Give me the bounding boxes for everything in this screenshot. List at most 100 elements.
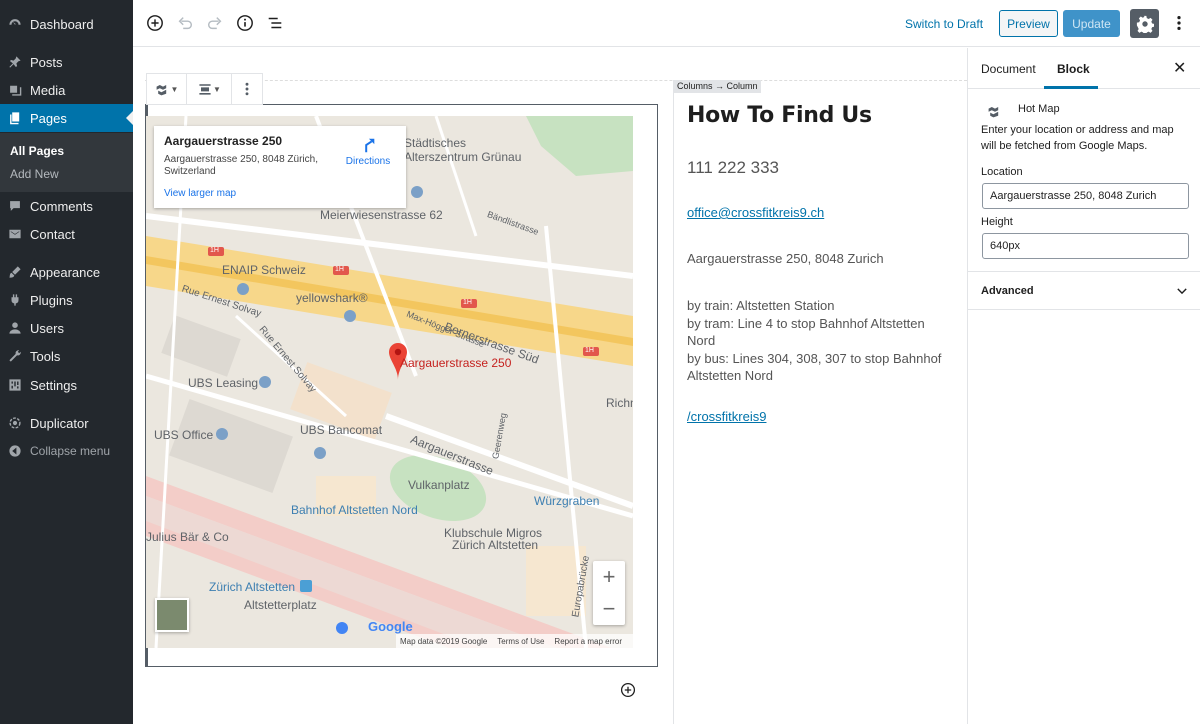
map-pin-label: Aargauerstrasse 250: [400, 356, 512, 370]
menu-label: Users: [30, 320, 64, 336]
mail-icon: [8, 227, 22, 241]
editor-canvas: ▼ ▼ Städtisches Alterszentrum Grünau Mei…: [133, 48, 967, 724]
block-toolbar: ▼ ▼: [146, 73, 263, 105]
menu-item-users[interactable]: Users: [0, 314, 133, 342]
google-logo: Google: [368, 619, 413, 634]
map-label: Vulkanplatz: [408, 478, 470, 492]
location-input[interactable]: [982, 183, 1189, 209]
map-info-card: Aargauerstrasse 250 Aargauerstrasse 250,…: [154, 126, 406, 208]
view-larger-map-link[interactable]: View larger map: [164, 188, 236, 199]
menu-label: Media: [30, 82, 66, 98]
brush-icon: [8, 265, 22, 279]
editor-header-toolbar: Switch to Draft Preview Update: [133, 0, 1200, 47]
close-icon[interactable]: ✕: [1173, 58, 1186, 78]
menu-item-tools[interactable]: Tools: [0, 342, 133, 370]
social-link[interactable]: /crossfitkreis9: [687, 409, 766, 424]
menu-label: Settings: [30, 377, 77, 393]
map-icon: [987, 103, 1003, 122]
map-label: Julius Bär & Co: [146, 530, 229, 544]
comment-icon: [8, 199, 22, 213]
submenu-add-new[interactable]: Add New: [10, 167, 59, 181]
block-navigation-icon[interactable]: [265, 13, 285, 33]
map-label: Meierwiesenstrasse 62: [320, 208, 443, 222]
align-center-icon: [199, 84, 211, 95]
google-map[interactable]: Städtisches Alterszentrum Grünau Meierwi…: [146, 116, 633, 648]
menu-item-duplicator[interactable]: Duplicator: [0, 409, 133, 437]
menu-item-dashboard[interactable]: Dashboard: [0, 10, 133, 38]
preview-button[interactable]: Preview: [999, 10, 1058, 37]
submenu-all-pages[interactable]: All Pages: [10, 144, 64, 158]
highway-shield-label: 1H: [585, 347, 594, 354]
menu-item-pages[interactable]: Pages: [0, 104, 133, 132]
pin-icon: [8, 55, 22, 69]
menu-item-comments[interactable]: Comments: [0, 192, 133, 220]
menu-label: Dashboard: [30, 16, 94, 32]
update-button[interactable]: Update: [1063, 10, 1120, 37]
block-more-options-button[interactable]: [232, 74, 262, 104]
column-block[interactable]: Columns → Column How To Find Us 111 222 …: [673, 80, 967, 724]
menu-item-plugins[interactable]: Plugins: [0, 286, 133, 314]
menu-item-posts[interactable]: Posts: [0, 48, 133, 76]
menu-label: Appearance: [30, 264, 101, 280]
terms-of-use-link[interactable]: Terms of Use: [497, 637, 544, 646]
zoom-in-button[interactable]: +: [593, 561, 625, 593]
email-link[interactable]: office@crossfitkreis9.ch: [687, 205, 824, 220]
settings-toggle-button[interactable]: [1130, 9, 1159, 38]
chevron-down-icon: ▼: [213, 84, 221, 94]
transport-line: by train: Altstetten Station: [687, 298, 835, 313]
report-map-error-link[interactable]: Report a map error: [554, 637, 622, 646]
satellite-toggle-button[interactable]: [155, 598, 189, 632]
more-menu-button[interactable]: [1169, 13, 1189, 33]
directions-button[interactable]: Directions: [340, 136, 396, 167]
inline-add-block-button[interactable]: [620, 682, 636, 698]
menu-item-contact[interactable]: Contact: [0, 220, 133, 248]
map-zoom-control: + −: [593, 561, 625, 625]
map-attribution-bar: Map data ©2019 Google Terms of Use Repor…: [396, 634, 633, 648]
plug-icon: [8, 293, 22, 307]
directions-icon: [365, 138, 375, 153]
map-icon: [156, 85, 166, 96]
vertical-ellipsis-icon: [245, 82, 249, 96]
chevron-down-icon: [1175, 284, 1189, 301]
collapse-arrow-icon: [8, 444, 22, 458]
add-block-icon[interactable]: [145, 13, 165, 33]
tab-block[interactable]: Block: [1057, 62, 1090, 76]
menu-label: Contact: [30, 226, 75, 242]
collapse-menu-button[interactable]: Collapse menu: [0, 437, 133, 465]
phone-number[interactable]: 111 222 333: [687, 158, 779, 178]
block-switcher-button[interactable]: ▼: [147, 74, 187, 104]
sidebar-tabs: Document Block ✕: [968, 48, 1200, 89]
block-breadcrumb[interactable]: Columns → Column: [674, 80, 761, 93]
map-label: Bahnhof Altstetten Nord: [291, 503, 418, 517]
info-icon[interactable]: [235, 13, 255, 33]
highway-shield-label: 1H: [335, 266, 344, 273]
map-label: yellowshark®: [296, 291, 368, 305]
advanced-panel-toggle[interactable]: Advanced: [968, 272, 1200, 310]
transport-info[interactable]: by train: Altstetten Station by tram: Li…: [687, 297, 947, 385]
collapse-label: Collapse menu: [30, 444, 111, 458]
height-input[interactable]: [982, 233, 1189, 259]
zoom-out-button[interactable]: −: [593, 593, 625, 625]
undo-icon[interactable]: [175, 13, 195, 33]
pages-icon: [8, 111, 22, 125]
menu-label: Plugins: [30, 292, 73, 308]
map-label: Zürich Altstetten: [452, 538, 539, 552]
tab-document[interactable]: Document: [981, 62, 1036, 76]
map-label: Zürich Altstetten: [209, 580, 296, 594]
duplicator-icon: [8, 416, 22, 430]
address-text[interactable]: Aargauerstrasse 250, 8048 Zurich: [687, 251, 884, 266]
menu-item-media[interactable]: Media: [0, 76, 133, 104]
column-heading[interactable]: How To Find Us: [687, 103, 872, 128]
alignment-button[interactable]: ▼: [187, 74, 232, 104]
sliders-icon: [8, 378, 22, 392]
map-label: ENAIP Schweiz: [222, 263, 306, 277]
menu-item-settings[interactable]: Settings: [0, 371, 133, 399]
redo-icon[interactable]: [205, 13, 225, 33]
settings-sidebar: Document Block ✕ Hot Map Enter your loca…: [967, 48, 1200, 724]
menu-label: Pages: [30, 110, 67, 126]
switch-to-draft-button[interactable]: Switch to Draft: [905, 17, 983, 31]
menu-label: Comments: [30, 198, 93, 214]
map-data-text: Map data ©2019 Google: [400, 636, 488, 646]
menu-item-appearance[interactable]: Appearance: [0, 258, 133, 286]
map-label: Altstetterplatz: [244, 598, 317, 612]
